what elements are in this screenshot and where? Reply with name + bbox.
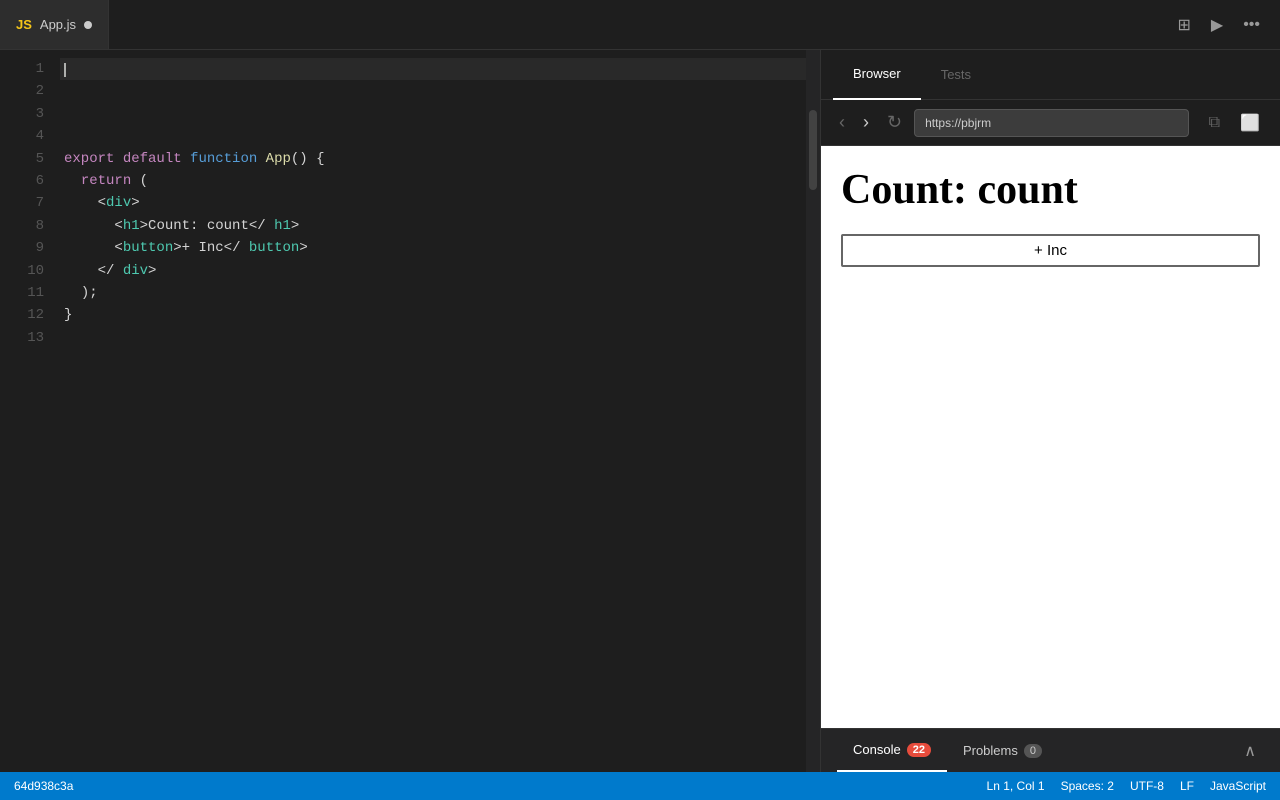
code-area[interactable]: export default function App() { return (… bbox=[60, 50, 806, 772]
status-bar: 64d938c3a Ln 1, Col 1 Spaces: 2 UTF-8 LF… bbox=[0, 772, 1280, 800]
language-info: JavaScript bbox=[1210, 779, 1266, 793]
browser-nav-bar: ‹ › ↻ ⧉ ⬜ bbox=[821, 100, 1280, 146]
tab-tests[interactable]: Tests bbox=[921, 50, 991, 100]
browser-panel: Browser Tests ‹ › ↻ ⧉ ⬜ Count: count + I… bbox=[820, 50, 1280, 772]
cursor-position: Ln 1, Col 1 bbox=[987, 779, 1045, 793]
line-num-5: 5 bbox=[0, 148, 44, 170]
more-button[interactable]: ••• bbox=[1235, 10, 1268, 40]
line-num-2: 2 bbox=[0, 80, 44, 102]
browser-app-heading: Count: count bbox=[841, 166, 1260, 214]
spaces-info: Spaces: 2 bbox=[1061, 779, 1114, 793]
reload-button[interactable]: ↻ bbox=[881, 108, 908, 137]
back-button[interactable]: ‹ bbox=[833, 108, 851, 137]
text-cursor bbox=[64, 63, 66, 77]
code-line-8: <h1>Count: count</ h1> bbox=[60, 215, 806, 237]
code-line-12: } bbox=[60, 304, 806, 326]
line-num-3: 3 bbox=[0, 103, 44, 125]
line-numbers: 1 2 3 4 5 6 7 8 9 10 11 12 13 bbox=[0, 50, 60, 772]
code-line-3 bbox=[60, 103, 806, 125]
line-num-4: 4 bbox=[0, 125, 44, 147]
line-num-10: 10 bbox=[0, 260, 44, 282]
url-input[interactable] bbox=[914, 109, 1189, 137]
line-num-6: 6 bbox=[0, 170, 44, 192]
browser-viewport: Count: count + Inc bbox=[821, 146, 1280, 728]
code-line-5: export default function App() { bbox=[60, 148, 806, 170]
copy-url-button[interactable]: ⧉ bbox=[1201, 109, 1228, 137]
line-num-7: 7 bbox=[0, 192, 44, 214]
status-bar-left: 64d938c3a bbox=[14, 779, 73, 793]
editor-scrollbar[interactable] bbox=[806, 50, 820, 772]
unsaved-dot bbox=[84, 21, 92, 29]
open-external-button[interactable]: ⬜ bbox=[1232, 109, 1268, 137]
console-tab[interactable]: Console 22 bbox=[837, 729, 947, 772]
code-line-1 bbox=[60, 58, 806, 80]
layout-toggle-button[interactable]: ⊞ bbox=[1169, 9, 1198, 41]
line-num-11: 11 bbox=[0, 282, 44, 304]
main-area: 1 2 3 4 5 6 7 8 9 10 11 12 13 bbox=[0, 50, 1280, 772]
editor-content[interactable]: 1 2 3 4 5 6 7 8 9 10 11 12 13 bbox=[0, 50, 820, 772]
git-hash: 64d938c3a bbox=[14, 779, 73, 793]
line-num-9: 9 bbox=[0, 237, 44, 259]
problems-label: Problems bbox=[963, 743, 1018, 758]
browser-header: Browser Tests bbox=[821, 50, 1280, 100]
tab-filename: App.js bbox=[40, 17, 76, 32]
code-line-2 bbox=[60, 80, 806, 102]
encoding-info: UTF-8 bbox=[1130, 779, 1164, 793]
status-bar-right: Ln 1, Col 1 Spaces: 2 UTF-8 LF JavaScrip… bbox=[987, 779, 1266, 793]
forward-button[interactable]: › bbox=[857, 108, 875, 137]
line-num-1: 1 bbox=[0, 58, 44, 80]
code-line-9: <button>+ Inc</ button> bbox=[60, 237, 806, 259]
problems-badge: 0 bbox=[1024, 744, 1042, 758]
tab-bar: JS App.js ⊞ ▶ ••• bbox=[0, 0, 1280, 50]
code-line-10: </ div> bbox=[60, 260, 806, 282]
js-icon: JS bbox=[16, 17, 32, 32]
tab-actions: ⊞ ▶ ••• bbox=[1169, 9, 1280, 41]
console-bar: Console 22 Problems 0 ∧ bbox=[821, 728, 1280, 772]
code-line-6: return ( bbox=[60, 170, 806, 192]
editor-scrollbar-thumb[interactable] bbox=[809, 110, 817, 190]
eol-info: LF bbox=[1180, 779, 1194, 793]
app-js-tab[interactable]: JS App.js bbox=[0, 0, 109, 49]
code-line-4 bbox=[60, 125, 806, 147]
line-num-12: 12 bbox=[0, 304, 44, 326]
browser-top-tabs: Browser Tests bbox=[833, 50, 991, 100]
inc-button[interactable]: + Inc bbox=[841, 234, 1260, 267]
console-collapse-button[interactable]: ∧ bbox=[1236, 741, 1264, 761]
tab-browser[interactable]: Browser bbox=[833, 50, 921, 100]
line-num-8: 8 bbox=[0, 215, 44, 237]
code-line-11: ); bbox=[60, 282, 806, 304]
browser-action-btns: ⧉ ⬜ bbox=[1201, 109, 1268, 137]
code-line-7: <div> bbox=[60, 192, 806, 214]
editor-panel: 1 2 3 4 5 6 7 8 9 10 11 12 13 bbox=[0, 50, 820, 772]
console-label: Console bbox=[853, 742, 901, 757]
play-button[interactable]: ▶ bbox=[1203, 9, 1231, 41]
code-line-13 bbox=[60, 327, 806, 349]
problems-tab[interactable]: Problems 0 bbox=[947, 729, 1058, 772]
console-badge: 22 bbox=[907, 743, 931, 757]
line-num-13: 13 bbox=[0, 327, 44, 349]
